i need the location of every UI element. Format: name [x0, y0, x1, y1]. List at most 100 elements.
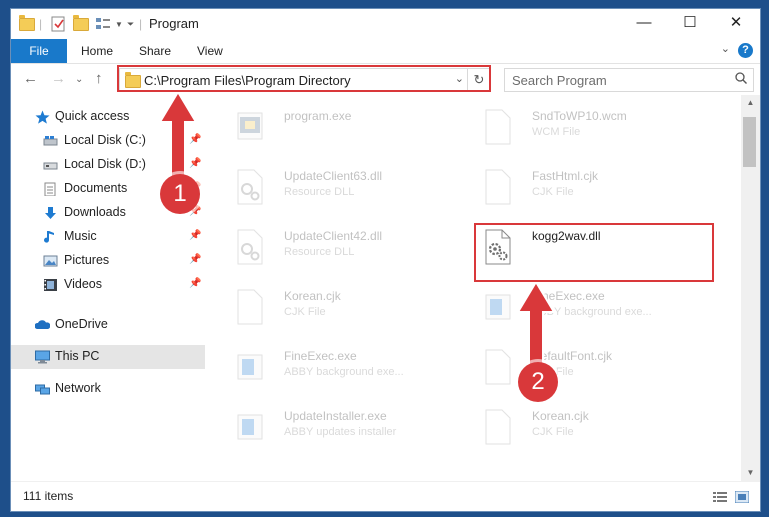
file-description: Resource DLL — [284, 246, 355, 258]
tab-home[interactable]: Home — [81, 39, 113, 63]
file-name: FastHtml.cjk — [532, 169, 598, 183]
sidebar-item-pictures[interactable]: Pictures 📌 — [11, 249, 205, 273]
file-list: program.exe UpdateClient63.dll Resource … — [206, 95, 741, 481]
separator: | — [39, 17, 43, 31]
file-item[interactable]: UpdateClient42.dll Resource DLL — [206, 223, 456, 275]
title-bar: | ▼ ⏷ | Program — ☐ ✕ — [11, 9, 760, 39]
scroll-down-icon[interactable]: ▼ — [741, 465, 760, 481]
file-item[interactable]: FastHtml.cjk CJK File — [454, 163, 704, 215]
file-highlight-box — [474, 223, 714, 282]
chevron-down-icon[interactable]: ⏷ — [127, 15, 134, 33]
file-description: CJK File — [284, 306, 326, 318]
file-item[interactable]: FineExec.exe ABBY background exe... — [206, 343, 456, 395]
properties-icon[interactable] — [51, 15, 65, 33]
exe-icon — [237, 414, 263, 440]
large-icons-view-icon[interactable] — [735, 491, 749, 503]
close-button[interactable]: ✕ — [713, 9, 759, 39]
sidebar-item-videos[interactable]: Videos 📌 — [11, 273, 205, 297]
sidebar-item-network[interactable]: Network — [11, 377, 205, 401]
sidebar-item-onedrive[interactable]: OneDrive — [11, 313, 205, 337]
blank-file-icon — [237, 289, 263, 325]
step-1-badge: 1 — [160, 174, 200, 214]
item-count: 111 items — [23, 489, 74, 503]
sidebar-item-label: Downloads — [64, 205, 126, 219]
file-description: ABBY background exe... — [284, 366, 404, 378]
music-icon — [44, 231, 54, 243]
help-icon[interactable]: ? — [738, 43, 753, 58]
expand-ribbon-icon[interactable]: ⌄ — [721, 42, 730, 55]
file-name: UpdateClient42.dll — [284, 229, 383, 243]
file-description: CJK File — [532, 186, 574, 198]
file-name: Korean.cjk — [284, 289, 341, 303]
recent-locations-icon[interactable]: ⌄ — [75, 74, 83, 85]
pin-icon[interactable]: 📌 — [189, 254, 201, 265]
sidebar-item-label: Network — [55, 381, 101, 395]
status-bar: 111 items — [11, 481, 760, 511]
exe-icon — [237, 354, 263, 380]
file-item[interactable]: SndToWP10.wcm WCM File — [454, 103, 704, 155]
downloads-icon — [45, 207, 56, 219]
file-item[interactable]: DefaultFont.cjk CJK File — [454, 343, 704, 395]
window-title: Program — [149, 16, 199, 31]
drive-icon — [43, 136, 58, 146]
tab-view[interactable]: View — [197, 39, 223, 63]
sidebar-item-label: Videos — [64, 277, 102, 291]
onedrive-icon — [35, 320, 50, 329]
file-name: program.exe — [284, 109, 352, 123]
file-description: WCM File — [532, 126, 581, 138]
view-options-icon[interactable] — [95, 15, 113, 33]
tab-share[interactable]: Share — [139, 39, 171, 63]
scroll-up-icon[interactable]: ▲ — [741, 95, 760, 111]
file-item[interactable]: program.exe — [206, 103, 456, 155]
maximize-button[interactable]: ☐ — [667, 9, 713, 39]
sidebar-item-music[interactable]: Music 📌 — [11, 225, 205, 249]
sidebar-item-label: This PC — [55, 349, 100, 363]
tab-file[interactable]: File — [11, 39, 67, 63]
file-description: CJK File — [532, 426, 574, 438]
dll-file-icon — [237, 169, 263, 205]
file-description: ABBY updates installer — [284, 426, 397, 438]
sidebar-item-label: Documents — [64, 181, 128, 195]
sidebar-item-label: Music — [64, 229, 97, 243]
sidebar-item-this-pc[interactable]: This PC — [11, 345, 205, 369]
vertical-scrollbar[interactable]: ▲ ▼ — [741, 95, 760, 481]
search-placeholder: Search Program — [512, 73, 607, 88]
file-name: UpdateClient63.dll — [284, 169, 383, 183]
file-item[interactable]: UpdateClient63.dll Resource DLL — [206, 163, 456, 215]
exe-icon — [485, 294, 511, 320]
blank-file-icon — [485, 349, 511, 385]
details-view-icon[interactable] — [713, 491, 727, 503]
search-icon[interactable] — [735, 72, 747, 84]
file-name: UpdateInstaller.exe — [284, 409, 387, 423]
back-arrow-icon[interactable]: ← — [23, 70, 38, 87]
sidebar-item-label: OneDrive — [55, 317, 108, 331]
pin-icon[interactable]: 📌 — [189, 230, 201, 241]
file-item[interactable]: Korean.cjk CJK File — [206, 283, 456, 335]
drive-icon — [43, 162, 58, 170]
pictures-icon — [43, 255, 58, 267]
search-input[interactable]: Search Program — [504, 68, 754, 92]
separator: | — [139, 17, 143, 31]
sidebar-item-label: Pictures — [64, 253, 110, 267]
file-name: SndToWP10.wcm — [532, 109, 627, 123]
minimize-button[interactable]: — — [621, 9, 667, 39]
up-arrow-icon[interactable]: ↑ — [95, 70, 103, 87]
exe-icon — [237, 112, 263, 140]
file-item[interactable]: Korean.cjk CJK File — [454, 403, 704, 455]
forward-arrow-icon[interactable]: → — [51, 70, 66, 87]
documents-icon — [44, 182, 56, 196]
pin-icon[interactable]: 📌 — [189, 278, 201, 289]
customize-dropdown-icon[interactable]: ▼ — [115, 15, 123, 33]
file-description: Resource DLL — [284, 186, 355, 198]
file-item[interactable]: UpdateInstaller.exe ABBY updates install… — [206, 403, 456, 455]
sidebar-item-label: Quick access — [55, 109, 130, 123]
scrollbar-thumb[interactable] — [743, 117, 756, 167]
new-folder-icon[interactable] — [73, 14, 89, 33]
star-icon — [35, 110, 50, 124]
videos-icon — [44, 279, 57, 291]
blank-file-icon — [485, 169, 511, 205]
file-name: FineExec.exe — [284, 349, 357, 363]
folder-icon — [19, 14, 35, 33]
blank-file-icon — [485, 109, 511, 145]
file-item[interactable]: FineExec.exe ABBY background exe... — [454, 283, 704, 335]
